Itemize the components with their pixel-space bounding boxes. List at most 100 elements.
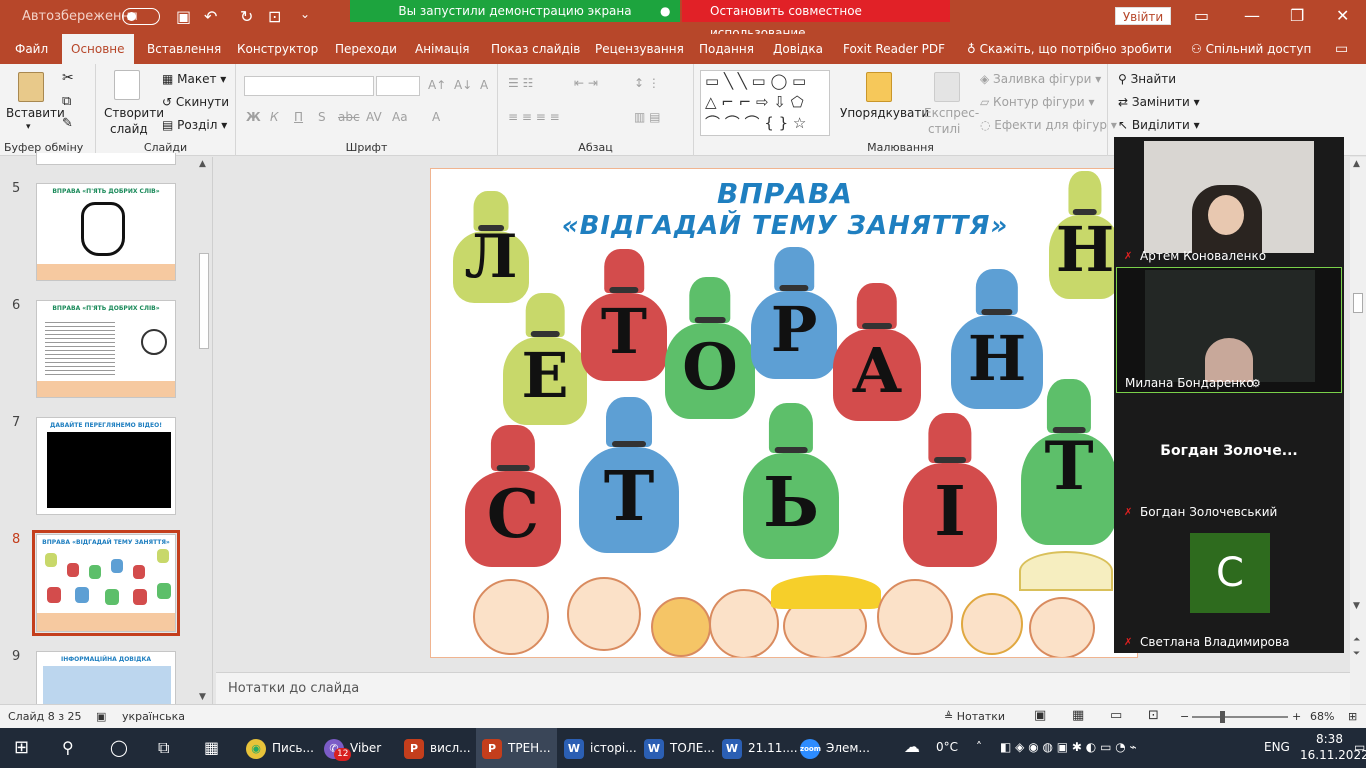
participant-tile[interactable]: С ✗ Светлана Владимирова [1116, 523, 1342, 651]
font-size-input[interactable] [376, 76, 420, 96]
next-slide-icon[interactable]: ⏷ [1353, 649, 1360, 659]
fit-slide-icon[interactable]: ⊞ [1348, 710, 1357, 723]
thumbnail-slide-7[interactable]: ДАВАЙТЕ ПЕРЕГЛЯНЕМО ВІДЕО! [36, 417, 176, 515]
font-color-icon[interactable]: A [432, 110, 440, 124]
shape-effects-button[interactable]: ◌ Ефекти для фігур ▾ [980, 118, 1117, 132]
letter-bag[interactable]: Н [1049, 171, 1121, 299]
letter-bag[interactable]: І [903, 413, 997, 567]
taskbar-word1[interactable]: Wісторі... [558, 728, 643, 768]
taskbar-ppt2[interactable]: P ТРЕН... [476, 728, 557, 768]
shape-fill-button[interactable]: ◈ Заливка фігури ▾ [980, 72, 1101, 86]
tab-animations[interactable]: Анімація [406, 34, 479, 64]
tray-icons[interactable]: ◧ ◈ ◉ ◍ ▣ ✱ ◐ ▭ ◔ ⌁ [1000, 740, 1137, 754]
slide-title-line2[interactable]: «ВІДГАДАЙ ТЕМУ ЗАНЯТТЯ» [431, 211, 1137, 241]
quick-styles-icon[interactable] [934, 72, 960, 102]
save-icon[interactable]: ▣ [176, 7, 191, 26]
taskbar-chrome[interactable]: ◉ Пись... [240, 728, 320, 768]
paste-button[interactable]: Вставити [6, 106, 65, 120]
participant-tile[interactable]: ✗ Артем Коноваленко [1116, 139, 1342, 265]
quick-styles-button-2[interactable]: стилі [928, 122, 960, 136]
cortana-icon[interactable]: ◯ [110, 728, 128, 768]
customize-qat-icon[interactable]: ⌄ [300, 7, 310, 21]
slide-title-line1[interactable]: ВПРАВА [431, 177, 1137, 210]
participant-tile-active[interactable]: Милана Бондаренко ⚙ [1116, 267, 1342, 393]
decrease-font-icon[interactable]: A↓ [454, 78, 472, 92]
paste-dropdown-icon[interactable]: ▾ [26, 122, 31, 132]
normal-view-icon[interactable]: ▣ [1034, 708, 1046, 723]
stop-share-button[interactable]: Остановить совместное использование [682, 0, 950, 40]
thumbnail-slide-8[interactable]: ВПРАВА «ВІДГАДАЙ ТЕМУ ЗАНЯТТЯ» [32, 530, 180, 636]
login-button[interactable]: Увійти [1115, 7, 1171, 25]
zoom-slider-thumb[interactable] [1220, 711, 1225, 723]
thumbnail-slide-5[interactable]: ВПРАВА «П'ЯТЬ ДОБРИХ СЛІВ» [36, 183, 176, 281]
scroll-down-icon[interactable]: ▼ [1353, 601, 1360, 611]
slide-sorter-icon[interactable]: ▦ [1072, 708, 1084, 723]
new-slide-button[interactable]: Створити [104, 106, 164, 120]
tab-insert[interactable]: Вставлення [138, 34, 230, 64]
columns-icon[interactable]: ▥ ▤ [634, 110, 661, 124]
tab-help[interactable]: Довідка [764, 34, 832, 64]
scroll-thumb[interactable] [1353, 293, 1363, 313]
letter-bag[interactable]: Л [453, 191, 529, 303]
scroll-thumb[interactable] [199, 253, 209, 349]
bold-button[interactable]: Ж [246, 110, 261, 124]
select-button[interactable]: ↖ Виділити ▾ [1118, 118, 1200, 132]
prev-slide-icon[interactable]: ⏶ [1353, 635, 1360, 645]
tab-slideshow[interactable]: Показ слайдів [482, 34, 589, 64]
letter-bag[interactable]: С [465, 425, 561, 567]
arrange-button[interactable]: Упорядкувати [840, 106, 929, 120]
char-spacing-button[interactable]: AV [366, 110, 382, 124]
clear-format-icon[interactable]: A [480, 78, 488, 92]
line-spacing-icon[interactable]: ↕ ⋮ [634, 76, 660, 90]
arrange-icon[interactable] [866, 72, 892, 102]
taskbar-zoom[interactable]: zoom Элем... [794, 728, 876, 768]
tray-chevron-icon[interactable]: ˄ [976, 740, 982, 754]
italic-button[interactable]: К [270, 110, 279, 124]
start-slideshow-icon[interactable]: ⊡ [268, 7, 281, 26]
font-family-input[interactable] [244, 76, 374, 96]
tab-transitions[interactable]: Переходи [326, 34, 406, 64]
bullets-icon[interactable]: ☰ ☷ [508, 76, 533, 90]
taskbar-ppt1[interactable]: Pвисл... [398, 728, 477, 768]
redo-icon[interactable]: ↻ [240, 7, 253, 26]
underline-button[interactable]: П [294, 110, 303, 124]
undo-icon[interactable]: ↶ [204, 7, 217, 26]
tell-me-search[interactable]: ♁ Скажіть, що потрібно зробити [958, 34, 1181, 64]
notes-pane[interactable]: Нотатки до слайда [216, 672, 1350, 704]
layout-button[interactable]: ▦ Макет ▾ [162, 72, 226, 86]
section-button[interactable]: ▤ Розділ ▾ [162, 118, 227, 132]
restore-icon[interactable]: ❐ [1290, 6, 1304, 25]
letter-bag[interactable]: Т [1021, 379, 1117, 545]
letter-bag[interactable]: Т [579, 397, 679, 553]
new-slide-button-2[interactable]: слайд [110, 122, 148, 136]
thumbnail-scrollbar[interactable]: ▲ ▼ [196, 157, 212, 704]
increase-font-icon[interactable]: A↑ [428, 78, 446, 92]
language-label[interactable]: українська [122, 710, 185, 723]
slide-8[interactable]: ВПРАВА «ВІДГАДАЙ ТЕМУ ЗАНЯТТЯ» Л Н Е Т О… [430, 168, 1138, 658]
notes-toggle[interactable]: ≜ Нотатки [944, 710, 1005, 723]
thumbnail-partial[interactable] [36, 153, 176, 165]
align-icons[interactable]: ≡ ≡ ≡ ≡ [508, 110, 560, 124]
tab-foxit[interactable]: Foxit Reader PDF [834, 34, 954, 64]
paste-icon[interactable] [18, 72, 44, 102]
zoom-in-icon[interactable]: + [1292, 710, 1301, 723]
reading-view-icon[interactable]: ▭ [1110, 708, 1122, 723]
comments-icon[interactable]: ▭ [1326, 34, 1357, 64]
thumbnail-slide-6[interactable]: ВПРАВА «П'ЯТЬ ДОБРИХ СЛІВ» [36, 300, 176, 398]
notes-placeholder[interactable]: Нотатки до слайда [228, 681, 359, 696]
tab-view[interactable]: Подання [690, 34, 763, 64]
clock-time[interactable]: 8:38 [1316, 732, 1343, 746]
tab-review[interactable]: Рецензування [586, 34, 693, 64]
notifications-icon[interactable]: ▭ [1354, 740, 1365, 754]
zoom-level[interactable]: 68% [1310, 710, 1334, 723]
search-icon[interactable]: ⚲ [62, 728, 74, 768]
replace-button[interactable]: ⇄ Замінити ▾ [1118, 95, 1200, 109]
scroll-down-icon[interactable]: ▼ [199, 692, 206, 702]
shape-outline-button[interactable]: ▱ Контур фігури ▾ [980, 95, 1095, 109]
quick-styles-button[interactable]: Експрес- [924, 106, 979, 120]
canvas-scrollbar[interactable]: ▲ ▼ ⏶ ⏷ [1350, 157, 1366, 704]
calculator-icon[interactable]: ▦ [204, 728, 219, 768]
slideshow-view-icon[interactable]: ⊡ [1148, 708, 1159, 723]
reset-button[interactable]: ↺ Скинути [162, 95, 229, 109]
letter-bag[interactable]: Р [751, 247, 837, 379]
